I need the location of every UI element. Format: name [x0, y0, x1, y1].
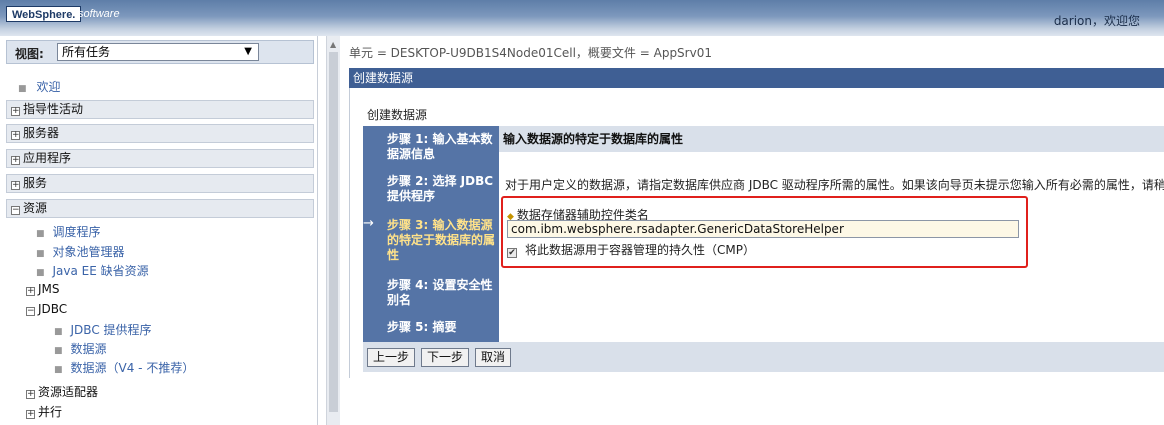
wizard-step-4: 步骤 4: 设置安全性别名: [387, 278, 493, 307]
collapse-icon[interactable]: −: [11, 206, 20, 215]
nav-scrollbar[interactable]: ▲: [326, 36, 340, 425]
nav-item-label: 数据源（V4 - 不推荐）: [70, 361, 195, 375]
websphere-logo: WebSphere.: [6, 6, 82, 22]
nav-group-resources[interactable]: − 资源: [6, 199, 314, 218]
expand-icon[interactable]: +: [11, 107, 20, 116]
wizard-heading: 创建数据源: [367, 108, 428, 122]
scrollbar-thumb[interactable]: [329, 52, 338, 412]
view-selected-value: 所有任务: [62, 45, 111, 59]
nav-item-javaee-default-resources[interactable]: ■ Java EE 缺省资源: [36, 262, 149, 279]
expand-icon[interactable]: +: [26, 410, 35, 419]
wizard-step-5: 步骤 5: 摘要: [387, 320, 457, 334]
logo-suffix: software: [78, 8, 120, 20]
nav-group-label: 服务: [23, 176, 48, 190]
nav-item-label: 数据源: [70, 342, 107, 356]
content-description: 对于用户定义的数据源，请指定数据库供应商 JDBC 驱动程序所需的属性。如果该向…: [505, 178, 1164, 192]
navigation-pane: 视图: 所有任务 ▼ ■ 欢迎 + 指导性活动 + 服务器 + 应用程序 + 服务 − 资源…: [0, 36, 318, 425]
expand-icon[interactable]: +: [11, 181, 20, 190]
nav-group-guided-activities[interactable]: + 指导性活动: [6, 100, 314, 119]
nav-item-data-sources[interactable]: ■ 数据源: [54, 340, 107, 357]
view-select[interactable]: 所有任务 ▼: [57, 43, 259, 61]
nav-item-label: JDBC 提供程序: [70, 323, 152, 337]
bullet-icon: ■: [54, 365, 63, 375]
nav-item-label: 对象池管理器: [52, 245, 125, 259]
expand-icon[interactable]: +: [26, 287, 35, 296]
nav-node-resource-adapters[interactable]: + 资源适配器: [26, 383, 98, 400]
content-header: 输入数据源的特定于数据库的属性: [499, 126, 1164, 152]
expand-icon[interactable]: +: [11, 131, 20, 140]
view-bar: 视图: 所有任务 ▼: [6, 40, 314, 64]
main-content: 单元 = DESKTOP-U9DB1S4Node01Cell，概要文件 = Ap…: [341, 36, 1164, 425]
expand-icon[interactable]: +: [26, 390, 35, 399]
nav-item-object-pool-managers[interactable]: ■ 对象池管理器: [36, 243, 125, 260]
wizard-step-2: 步骤 2: 选择 JDBC 提供程序: [387, 174, 494, 203]
app-header: WebSphere. software darion，欢迎您: [0, 0, 1164, 36]
expand-icon[interactable]: +: [11, 156, 20, 165]
nav-group-label: 资源: [23, 201, 48, 215]
nav-welcome-label: 欢迎: [36, 80, 61, 94]
nav-node-label: JMS: [38, 282, 60, 296]
wizard-button-bar: 上一步 下一步 取消: [363, 342, 1164, 372]
nav-group-services[interactable]: + 服务: [6, 174, 314, 193]
nav-node-jdbc[interactable]: − JDBC: [26, 302, 67, 316]
nav-item-schedulers[interactable]: ■ 调度程序: [36, 223, 101, 240]
bullet-icon: ■: [18, 84, 27, 94]
panel-title: 创建数据源: [349, 68, 1164, 88]
bullet-icon: ■: [36, 249, 45, 259]
dropdown-arrow-icon[interactable]: ▼: [244, 44, 252, 60]
collapse-icon[interactable]: −: [26, 307, 35, 316]
user-greeting: darion，欢迎您: [1053, 14, 1140, 28]
nav-item-data-sources-v4[interactable]: ■ 数据源（V4 - 不推荐）: [54, 359, 194, 376]
nav-node-jms[interactable]: + JMS: [26, 282, 60, 296]
view-label: 视图:: [15, 47, 44, 61]
nav-node-label: JDBC: [38, 302, 68, 316]
bullet-icon: ■: [54, 346, 63, 356]
nav-group-label: 服务器: [23, 126, 60, 140]
scroll-up-icon[interactable]: ▲: [330, 40, 336, 49]
red-highlight-box: [501, 196, 1028, 268]
nav-group-label: 指导性活动: [23, 102, 84, 116]
nav-item-label: 调度程序: [52, 225, 101, 239]
nav-item-jdbc-providers[interactable]: ■ JDBC 提供程序: [54, 321, 152, 338]
nav-node-concurrency[interactable]: + 并行: [26, 403, 62, 420]
nav-node-label: 并行: [38, 405, 63, 419]
previous-button[interactable]: 上一步: [367, 348, 416, 367]
nav-group-label: 应用程序: [23, 151, 72, 165]
wizard-steps: 步骤 1: 输入基本数据源信息 步骤 2: 选择 JDBC 提供程序 → 步骤 …: [363, 126, 499, 342]
bullet-icon: ■: [36, 268, 45, 278]
nav-welcome-link[interactable]: ■ 欢迎: [18, 78, 61, 95]
nav-node-label: 资源适配器: [38, 385, 99, 399]
bullet-icon: ■: [36, 229, 45, 239]
current-step-arrow-icon: →: [363, 216, 374, 231]
wizard-step-3: 步骤 3: 输入数据源的特定于数据库的属性: [387, 218, 496, 262]
nav-group-servers[interactable]: + 服务器: [6, 124, 314, 143]
nav-item-label: Java EE 缺省资源: [52, 264, 149, 278]
bullet-icon: ■: [54, 327, 63, 337]
wizard-step-1: 步骤 1: 输入基本数据源信息: [387, 132, 493, 161]
next-button[interactable]: 下一步: [421, 348, 470, 367]
nav-group-applications[interactable]: + 应用程序: [6, 149, 314, 168]
scope-breadcrumb: 单元 = DESKTOP-U9DB1S4Node01Cell，概要文件 = Ap…: [349, 46, 712, 60]
cancel-button[interactable]: 取消: [475, 348, 512, 367]
